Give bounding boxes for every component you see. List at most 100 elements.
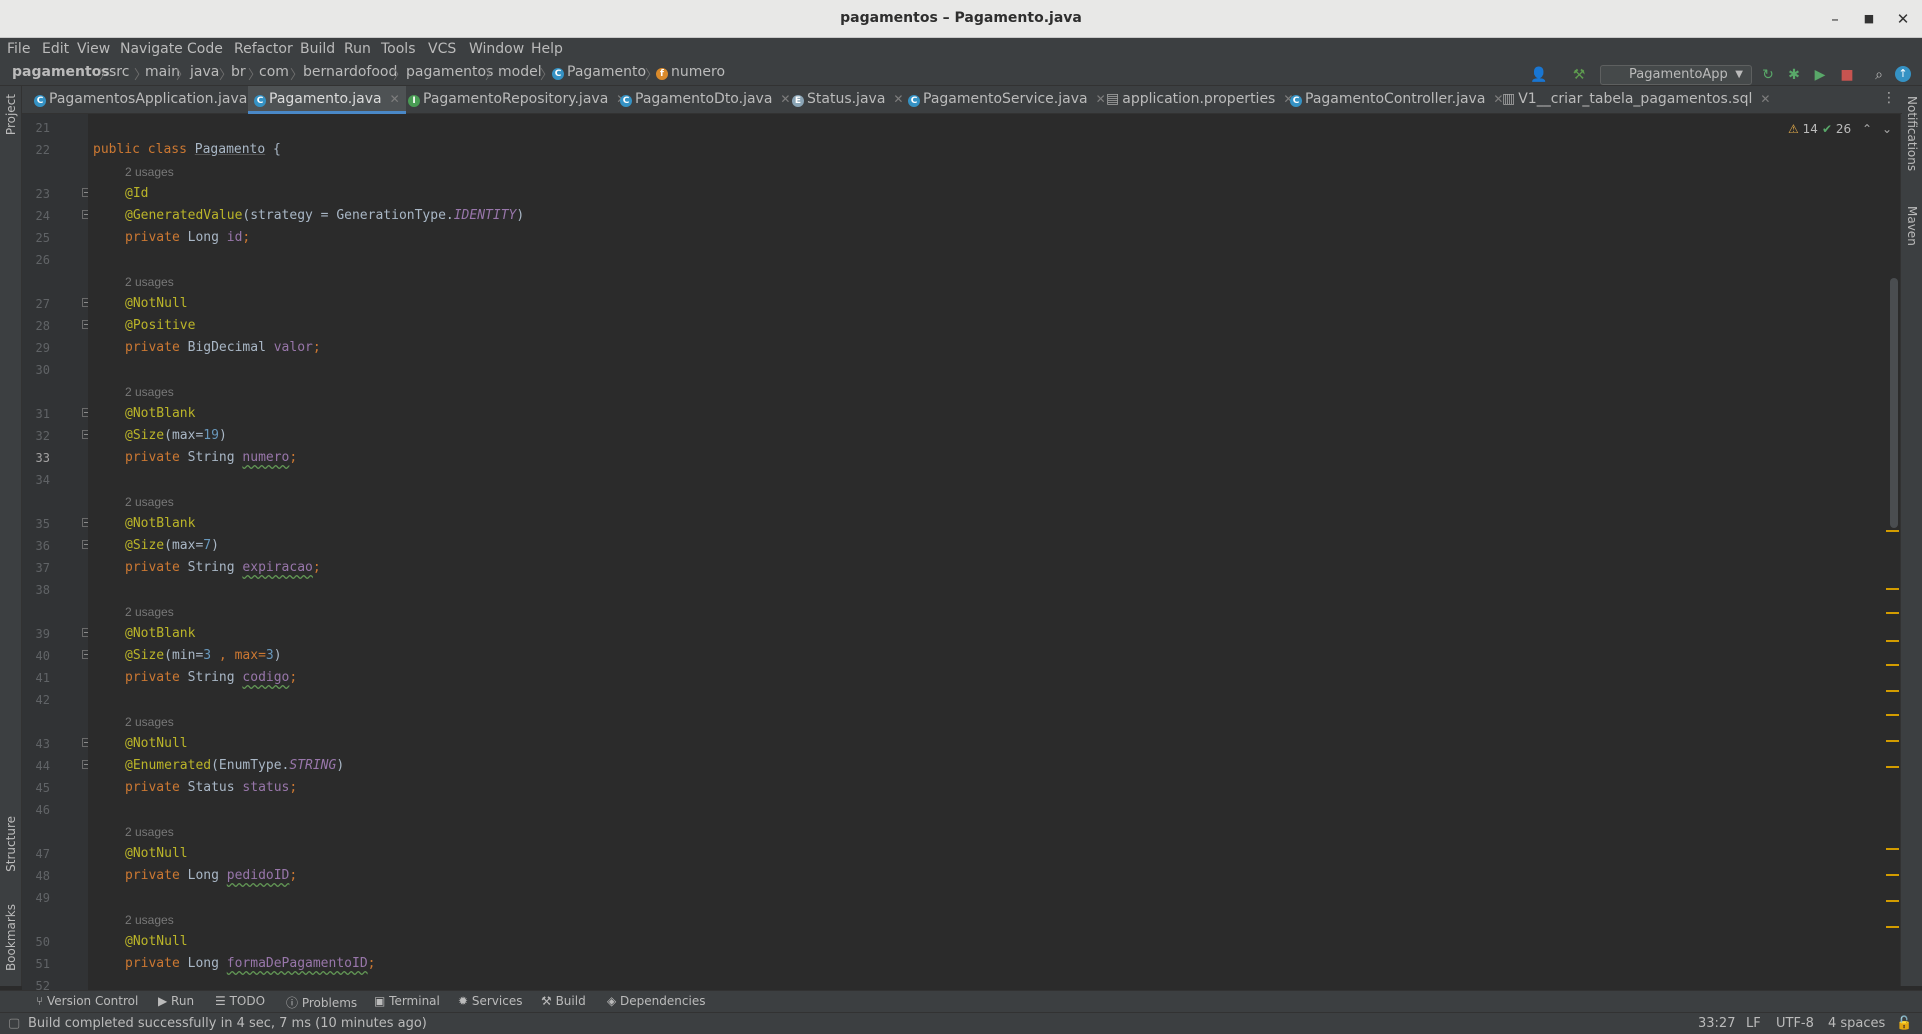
menu-run[interactable]: Run xyxy=(344,41,371,57)
line-number[interactable]: 38 xyxy=(22,579,50,601)
tab-pagamento-dto[interactable]: C PagamentoDto.java ✕ xyxy=(620,86,790,114)
usages-hint[interactable]: 2 usages xyxy=(125,711,174,733)
tab-pagamento-repository[interactable]: IPagamentoRepository.java✕ xyxy=(406,86,626,114)
build-hammer-icon[interactable]: ⚒ xyxy=(1570,66,1588,84)
notifications-panel-toggle[interactable]: Notifications xyxy=(1905,96,1919,171)
close-icon[interactable]: ✕ xyxy=(1892,8,1914,30)
warning-mark[interactable] xyxy=(1886,874,1899,876)
breadcrumb-field[interactable]: f numero xyxy=(656,64,725,80)
breadcrumb-model[interactable]: model xyxy=(498,64,542,80)
line-number[interactable]: 24 xyxy=(22,205,50,227)
more-tabs-icon[interactable]: ⋮ xyxy=(1882,90,1896,106)
tool-problems[interactable]: ⓘ Problems xyxy=(286,994,357,1011)
menu-vcs[interactable]: VCS xyxy=(428,41,456,57)
usages-hint[interactable]: 2 usages xyxy=(125,161,174,183)
usages-hint[interactable]: 2 usages xyxy=(125,821,174,843)
line-number[interactable]: 35 xyxy=(22,513,50,535)
structure-panel-toggle[interactable]: Structure xyxy=(4,816,18,872)
line-number[interactable]: 33 xyxy=(22,447,50,469)
editor-scrollbar[interactable] xyxy=(1890,278,1898,528)
line-number[interactable]: 43 xyxy=(22,733,50,755)
line-number[interactable]: 23 xyxy=(22,183,50,205)
search-icon[interactable]: ⌕ xyxy=(1870,66,1888,84)
close-icon[interactable]: ✕ xyxy=(390,92,400,106)
breadcrumb-src[interactable]: src xyxy=(109,64,129,80)
warning-mark[interactable] xyxy=(1886,530,1899,532)
line-number[interactable]: 27 xyxy=(22,293,50,315)
file-encoding[interactable]: UTF-8 xyxy=(1776,1016,1814,1031)
breadcrumb-project[interactable]: pagamentos xyxy=(12,64,110,80)
breadcrumb-bernardofood[interactable]: bernardofood xyxy=(303,64,397,80)
tab-application-properties[interactable]: ▤ application.properties ✕ xyxy=(1106,86,1293,114)
close-icon[interactable]: ✕ xyxy=(780,92,790,106)
warning-mark[interactable] xyxy=(1886,766,1899,768)
tool-terminal[interactable]: ▣ Terminal xyxy=(374,994,440,1008)
menu-navigate[interactable]: Navigate xyxy=(120,41,183,57)
line-number[interactable]: 25 xyxy=(22,227,50,249)
line-number[interactable]: 31 xyxy=(22,403,50,425)
breadcrumb-br[interactable]: br xyxy=(231,64,246,80)
close-icon[interactable]: ✕ xyxy=(1096,92,1106,106)
warning-mark[interactable] xyxy=(1886,900,1899,902)
user-icon[interactable]: 👤 xyxy=(1530,66,1548,84)
code-editor[interactable]: public class Pagamento { 2 usages @Id @G… xyxy=(88,114,1900,990)
line-number[interactable]: 26 xyxy=(22,249,50,271)
chevron-down-icon[interactable]: ⌄ xyxy=(1882,122,1892,136)
tool-run[interactable]: ▶ Run xyxy=(158,994,194,1008)
usages-hint[interactable]: 2 usages xyxy=(125,491,174,513)
menu-help[interactable]: Help xyxy=(531,41,563,57)
line-number[interactable]: 34 xyxy=(22,469,50,491)
bookmarks-panel-toggle[interactable]: Bookmarks xyxy=(4,904,18,971)
maximize-icon[interactable]: ■ xyxy=(1858,8,1880,30)
panel-toggle-icon[interactable]: ▢ xyxy=(8,1016,20,1031)
menu-code[interactable]: Code xyxy=(187,41,223,57)
breadcrumb-com[interactable]: com xyxy=(259,64,289,80)
warning-mark[interactable] xyxy=(1886,612,1899,614)
line-number[interactable]: 51 xyxy=(22,953,50,975)
warning-mark[interactable] xyxy=(1886,664,1899,666)
usages-hint[interactable]: 2 usages xyxy=(125,909,174,931)
maven-panel-toggle[interactable]: Maven xyxy=(1905,206,1919,246)
close-icon[interactable]: ✕ xyxy=(893,92,903,106)
lock-icon[interactable]: 🔓 xyxy=(1896,1016,1912,1031)
warning-mark[interactable] xyxy=(1886,588,1899,590)
project-panel-toggle[interactable]: Project xyxy=(4,94,18,135)
menu-build[interactable]: Build xyxy=(300,41,335,57)
breadcrumb-pagamentos[interactable]: pagamentos xyxy=(406,64,493,80)
tool-build[interactable]: ⚒ Build xyxy=(541,994,586,1008)
warning-mark[interactable] xyxy=(1886,848,1899,850)
line-number[interactable]: 37 xyxy=(22,557,50,579)
menu-tools[interactable]: Tools xyxy=(381,41,416,57)
status-message[interactable]: Build completed successfully in 4 sec, 7… xyxy=(28,1016,427,1031)
tab-sql-migration[interactable]: ▥ V1__criar_tabela_pagamentos.sql ✕ xyxy=(1502,86,1770,114)
breadcrumb-class[interactable]: C Pagamento xyxy=(552,64,646,80)
tool-dependencies[interactable]: ◈ Dependencies xyxy=(607,994,705,1008)
line-number[interactable]: 41 xyxy=(22,667,50,689)
line-number[interactable]: 36 xyxy=(22,535,50,557)
tool-services[interactable]: ✹ Services xyxy=(458,994,522,1008)
line-number[interactable]: 28 xyxy=(22,315,50,337)
line-number[interactable]: 32 xyxy=(22,425,50,447)
menu-file[interactable]: File xyxy=(7,41,30,57)
line-number[interactable]: 47 xyxy=(22,843,50,865)
menu-view[interactable]: View xyxy=(77,41,110,57)
warning-mark[interactable] xyxy=(1886,740,1899,742)
rerun-icon[interactable]: ↻ xyxy=(1759,66,1777,84)
line-number[interactable]: 42 xyxy=(22,689,50,711)
ok-indicator[interactable]: ✔ 26 xyxy=(1822,122,1851,136)
usages-hint[interactable]: 2 usages xyxy=(125,271,174,293)
menu-window[interactable]: Window xyxy=(469,41,524,57)
warning-mark[interactable] xyxy=(1886,690,1899,692)
line-number[interactable]: 39 xyxy=(22,623,50,645)
tool-todo[interactable]: ☰ TODO xyxy=(215,994,265,1008)
debug-icon[interactable]: ✱ xyxy=(1785,66,1803,84)
tool-version-control[interactable]: ⑂ Version Control xyxy=(36,994,138,1008)
line-number[interactable]: 40 xyxy=(22,645,50,667)
line-number[interactable]: 50 xyxy=(22,931,50,953)
update-icon[interactable]: ↑ xyxy=(1895,66,1911,82)
line-number[interactable]: 46 xyxy=(22,799,50,821)
line-number[interactable]: 30 xyxy=(22,359,50,381)
tab-pagamento-service[interactable]: C PagamentoService.java ✕ xyxy=(908,86,1106,114)
run-coverage-icon[interactable]: ▶ xyxy=(1811,66,1829,84)
breadcrumb-main[interactable]: main xyxy=(145,64,180,80)
